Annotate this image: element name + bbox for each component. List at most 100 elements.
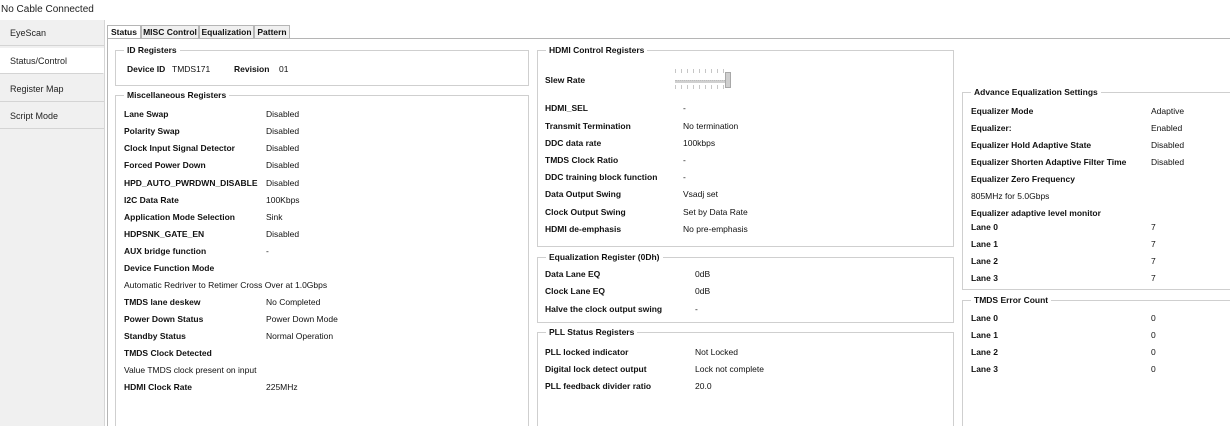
sidebar-item-eyescan[interactable]: EyeScan: [0, 20, 104, 46]
adv-eq-lane0-value: 7: [1151, 222, 1156, 232]
transmit-termination-value: No termination: [683, 121, 739, 131]
misc-standby-status-value: Normal Operation: [266, 331, 334, 341]
halve-clock-swing-label: Halve the clock output swing: [545, 304, 663, 314]
eq-hold-label: Equalizer Hold Adaptive State: [971, 140, 1092, 150]
device-id-value: TMDS171: [172, 64, 211, 74]
ddc-training-value: -: [683, 172, 686, 182]
misc-registers-group: Miscellaneous Registers Lane Swap Disabl…: [115, 90, 529, 426]
misc-forced-power-down-label: Forced Power Down: [124, 160, 206, 170]
id-registers-group: ID Registers Device ID TMDS171 Revision …: [115, 45, 529, 86]
adv-eq-lane3-label: Lane 3: [971, 273, 998, 283]
eq-register-title: Equalization Register (0Dh): [546, 252, 663, 262]
data-lane-eq-value: 0dB: [695, 269, 711, 279]
data-lane-eq-label: Data Lane EQ: [545, 269, 601, 279]
misc-forced-power-down-value: Disabled: [266, 160, 300, 170]
sidebar-item-script-mode[interactable]: Script Mode: [0, 103, 104, 129]
misc-clock-input-detector-value: Disabled: [266, 143, 300, 153]
ddc-data-rate-label: DDC data rate: [545, 138, 602, 148]
tmds-err-lane1-label: Lane 1: [971, 330, 998, 340]
misc-lane-swap-label: Lane Swap: [124, 109, 169, 119]
clock-output-swing-label: Clock Output Swing: [545, 207, 626, 217]
misc-hdpsnk-gate-value: Disabled: [266, 229, 300, 239]
data-output-swing-label: Data Output Swing: [545, 189, 622, 199]
misc-hdmi-clock-rate-value: 225MHz: [266, 382, 298, 392]
misc-i2c-data-rate-label: I2C Data Rate: [124, 195, 179, 205]
eq-zero-freq-label: Equalizer Zero Frequency: [971, 174, 1075, 184]
hdmi-deemphasis-label: HDMI de-emphasis: [545, 224, 622, 234]
eq-mode-label: Equalizer Mode: [971, 106, 1034, 116]
adv-eq-lane2-value: 7: [1151, 256, 1156, 266]
misc-hdpsnk-gate-label: HDPSNK_GATE_EN: [124, 229, 205, 239]
pll-feedback-label: PLL feedback divider ratio: [545, 381, 652, 391]
device-id-label: Device ID: [127, 64, 166, 74]
tmds-err-lane2-label: Lane 2: [971, 347, 998, 357]
adv-eq-lane1-value: 7: [1151, 239, 1156, 249]
misc-aux-bridge-value: -: [266, 246, 269, 256]
equalizer-label: Equalizer:: [971, 123, 1012, 133]
sidebar: EyeScan Status/Control Register Map Scri…: [0, 20, 105, 426]
tmds-error-group: TMDS Error Count Lane 0 0 Lane 1 0 Lane …: [962, 295, 1230, 426]
tmds-err-lane3-value: 0: [1151, 364, 1156, 374]
misc-polarity-swap-value: Disabled: [266, 126, 300, 136]
misc-tmds-lane-deskew-value: No Completed: [266, 297, 321, 307]
tmds-err-lane1-value: 0: [1151, 330, 1156, 340]
tmds-error-title: TMDS Error Count: [971, 295, 1052, 305]
hdmi-deemphasis-value: No pre-emphasis: [683, 224, 748, 234]
slew-rate-track[interactable]: [675, 80, 731, 83]
tmds-err-lane3-label: Lane 3: [971, 364, 998, 374]
tmds-err-lane0-value: 0: [1151, 313, 1156, 323]
tab-pattern[interactable]: Pattern: [254, 25, 290, 38]
adv-eq-lane3-value: 7: [1151, 273, 1156, 283]
adv-eq-lane0-label: Lane 0: [971, 222, 998, 232]
eq-hold-value: Disabled: [1151, 140, 1185, 150]
misc-power-down-status-value: Power Down Mode: [266, 314, 338, 324]
misc-clock-input-detector-label: Clock Input Signal Detector: [124, 143, 235, 153]
adv-eq-group: Advance Equalization Settings Equalizer …: [962, 87, 1230, 290]
slew-rate-ticks-top: [675, 69, 725, 73]
misc-power-down-status-label: Power Down Status: [124, 314, 204, 324]
eq-mode-value: Adaptive: [1151, 106, 1185, 116]
misc-device-function-text: Automatic Redriver to Retimer Cross Over…: [124, 280, 328, 290]
pll-locked-value: Not Locked: [695, 347, 738, 357]
misc-i2c-data-rate-value: 100Kbps: [266, 195, 300, 205]
digital-lock-value: Lock not complete: [695, 364, 764, 374]
sidebar-item-status-control[interactable]: Status/Control: [0, 48, 104, 74]
data-output-swing-value: Vsadj set: [683, 189, 718, 199]
misc-app-mode-label: Application Mode Selection: [124, 212, 235, 222]
pll-status-title: PLL Status Registers: [546, 327, 638, 337]
pll-status-group: PLL Status Registers PLL locked indicato…: [537, 327, 954, 426]
ddc-data-rate-value: 100kbps: [683, 138, 716, 148]
pll-feedback-value: 20.0: [695, 381, 712, 391]
tmds-clock-ratio-label: TMDS Clock Ratio: [545, 155, 619, 165]
misc-hpd-auto-pwrdwn-label: HPD_AUTO_PWRDWN_DISABLE: [124, 178, 258, 188]
revision-label: Revision: [234, 64, 270, 74]
hdmi-sel-label: HDMI_SEL: [545, 103, 588, 113]
id-registers-title: ID Registers: [124, 45, 180, 55]
sidebar-item-register-map[interactable]: Register Map: [0, 76, 104, 102]
tab-equalization[interactable]: Equalization: [199, 25, 254, 38]
adv-eq-lane2-label: Lane 2: [971, 256, 998, 266]
eq-monitor-label: Equalizer adaptive level monitor: [971, 208, 1101, 218]
misc-device-function-label: Device Function Mode: [124, 263, 215, 273]
adv-eq-title: Advance Equalization Settings: [971, 87, 1101, 97]
slew-rate-ticks-bottom: [675, 85, 725, 89]
misc-tmds-clock-text: Value TMDS clock present on input: [124, 365, 257, 375]
slew-rate-thumb[interactable]: [725, 72, 731, 88]
eq-shorten-value: Disabled: [1151, 157, 1185, 167]
hdmi-sel-value: -: [683, 103, 686, 113]
eq-zero-freq-text: 805MHz for 5.0Gbps: [971, 191, 1050, 201]
misc-hpd-auto-pwrdwn-value: Disabled: [266, 178, 300, 188]
equalizer-value: Enabled: [1151, 123, 1183, 133]
adv-eq-lane1-label: Lane 1: [971, 239, 998, 249]
misc-polarity-swap-label: Polarity Swap: [124, 126, 180, 136]
misc-app-mode-value: Sink: [266, 212, 283, 222]
misc-registers-title: Miscellaneous Registers: [124, 90, 230, 100]
tab-misc-control[interactable]: MISC Control: [141, 25, 199, 38]
tab-status[interactable]: Status: [107, 25, 141, 39]
window-title: No Cable Connected: [1, 4, 94, 15]
ddc-training-label: DDC training block function: [545, 172, 658, 182]
slew-rate-label: Slew Rate: [545, 75, 586, 85]
clock-output-swing-value: Set by Data Rate: [683, 207, 748, 217]
clock-lane-eq-value: 0dB: [695, 286, 711, 296]
tmds-err-lane2-value: 0: [1151, 347, 1156, 357]
